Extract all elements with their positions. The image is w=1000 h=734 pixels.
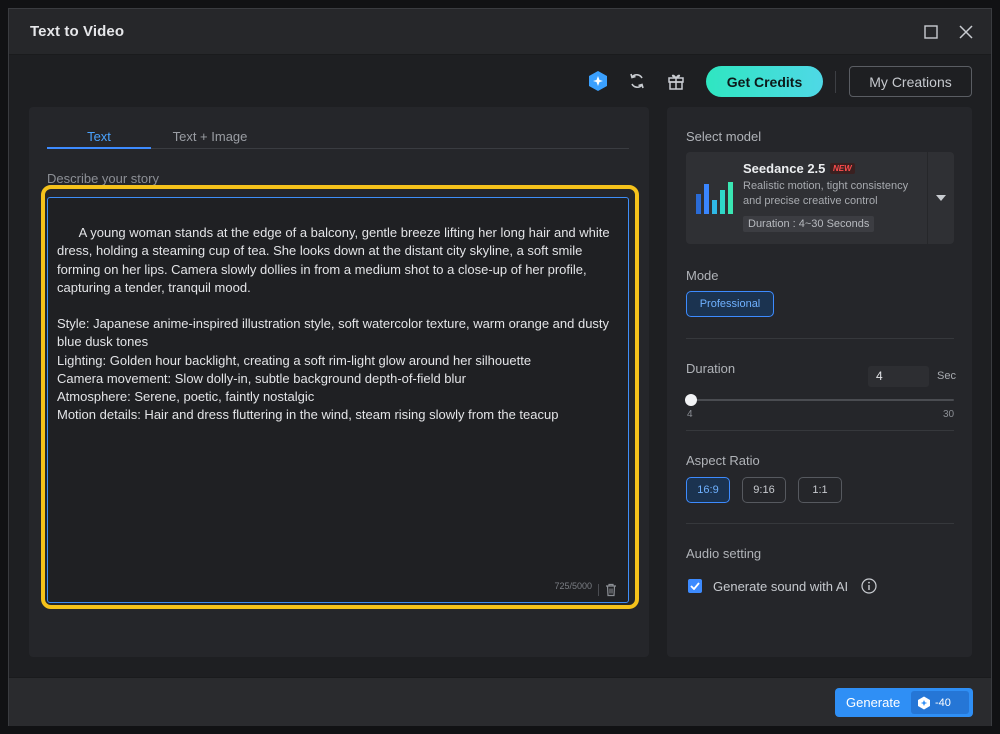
credit-coin-icon xyxy=(918,696,930,709)
model-description: Realistic motion, tight consistency and … xyxy=(743,180,909,207)
tab-text[interactable]: Text xyxy=(47,129,151,149)
maximize-button[interactable] xyxy=(920,21,942,43)
mode-label: Mode xyxy=(686,268,719,283)
close-icon xyxy=(959,25,973,39)
refresh-icon xyxy=(630,73,644,89)
duration-input[interactable]: 4 xyxy=(868,366,929,387)
prompt-text: A young woman stands at the edge of a ba… xyxy=(57,225,610,423)
aspect-16-9-button[interactable]: 16:9 xyxy=(686,477,730,503)
credit-gem-icon xyxy=(589,71,607,91)
generate-cost-badge: -40 xyxy=(911,691,969,714)
text-to-video-dialog: Text to Video Get Credits My Creations T… xyxy=(8,8,992,726)
generate-sound-checkbox[interactable] xyxy=(688,579,702,593)
counter-divider xyxy=(598,584,599,596)
prompt-label: Describe your story xyxy=(47,171,159,186)
aspect-ratio-label: Aspect Ratio xyxy=(686,453,760,468)
window-title: Text to Video xyxy=(30,23,125,40)
section-divider xyxy=(686,430,954,431)
model-dropdown-toggle[interactable] xyxy=(927,152,954,244)
tab-text-image[interactable]: Text + Image xyxy=(160,129,260,149)
generate-sound-label: Generate sound with AI xyxy=(713,579,849,594)
gift-icon xyxy=(668,74,684,90)
seedance-logo-icon xyxy=(696,182,733,214)
get-credits-button[interactable]: Get Credits xyxy=(706,66,823,97)
section-divider xyxy=(686,338,954,339)
checkmark-icon xyxy=(690,582,700,590)
input-tabs: Text Text + Image xyxy=(47,129,629,149)
info-icon[interactable] xyxy=(861,578,877,594)
gift-button[interactable] xyxy=(664,69,688,93)
duration-unit: Sec xyxy=(937,370,956,382)
toolbar-divider xyxy=(835,71,836,93)
aspect-9-16-button[interactable]: 9:16 xyxy=(742,477,786,503)
trash-icon[interactable] xyxy=(604,583,618,597)
maximize-icon xyxy=(924,25,938,39)
duration-label: Duration xyxy=(686,361,736,376)
new-badge: NEW xyxy=(830,163,855,174)
duration-slider-thumb[interactable] xyxy=(685,394,697,406)
model-selector[interactable]: Seedance 2.5 NEW Realistic motion, tight… xyxy=(686,152,954,244)
section-divider xyxy=(686,523,954,524)
mode-professional-button[interactable]: Professional xyxy=(686,291,774,317)
aspect-1-1-button[interactable]: 1:1 xyxy=(798,477,842,503)
close-button[interactable] xyxy=(955,21,977,43)
settings-panel: Select model Seedance 2.5 NEW Realistic … xyxy=(667,107,972,657)
duration-slider[interactable] xyxy=(685,394,954,406)
audio-setting-label: Audio setting xyxy=(686,546,762,561)
refresh-button[interactable] xyxy=(625,69,649,93)
my-creations-button[interactable]: My Creations xyxy=(849,66,972,97)
generate-label: Generate xyxy=(846,695,901,710)
select-model-label: Select model xyxy=(686,129,762,144)
credit-gem-button[interactable] xyxy=(586,69,610,93)
duration-min: 4 xyxy=(687,409,693,420)
title-bar: Text to Video xyxy=(9,9,991,55)
prompt-panel: Text Text + Image Describe your story A … xyxy=(29,107,649,657)
dialog-footer: Generate -40 xyxy=(9,677,991,726)
caret-down-icon xyxy=(936,195,946,201)
generate-button[interactable]: Generate -40 xyxy=(835,688,973,717)
char-counter: 725/5000 xyxy=(554,580,592,591)
duration-max: 30 xyxy=(943,409,955,420)
model-name: Seedance 2.5 xyxy=(743,161,826,176)
generate-cost: -40 xyxy=(935,696,951,709)
prompt-textarea[interactable]: A young woman stands at the edge of a ba… xyxy=(47,197,629,603)
model-duration-tag: Duration : 4~30 Seconds xyxy=(743,216,875,232)
